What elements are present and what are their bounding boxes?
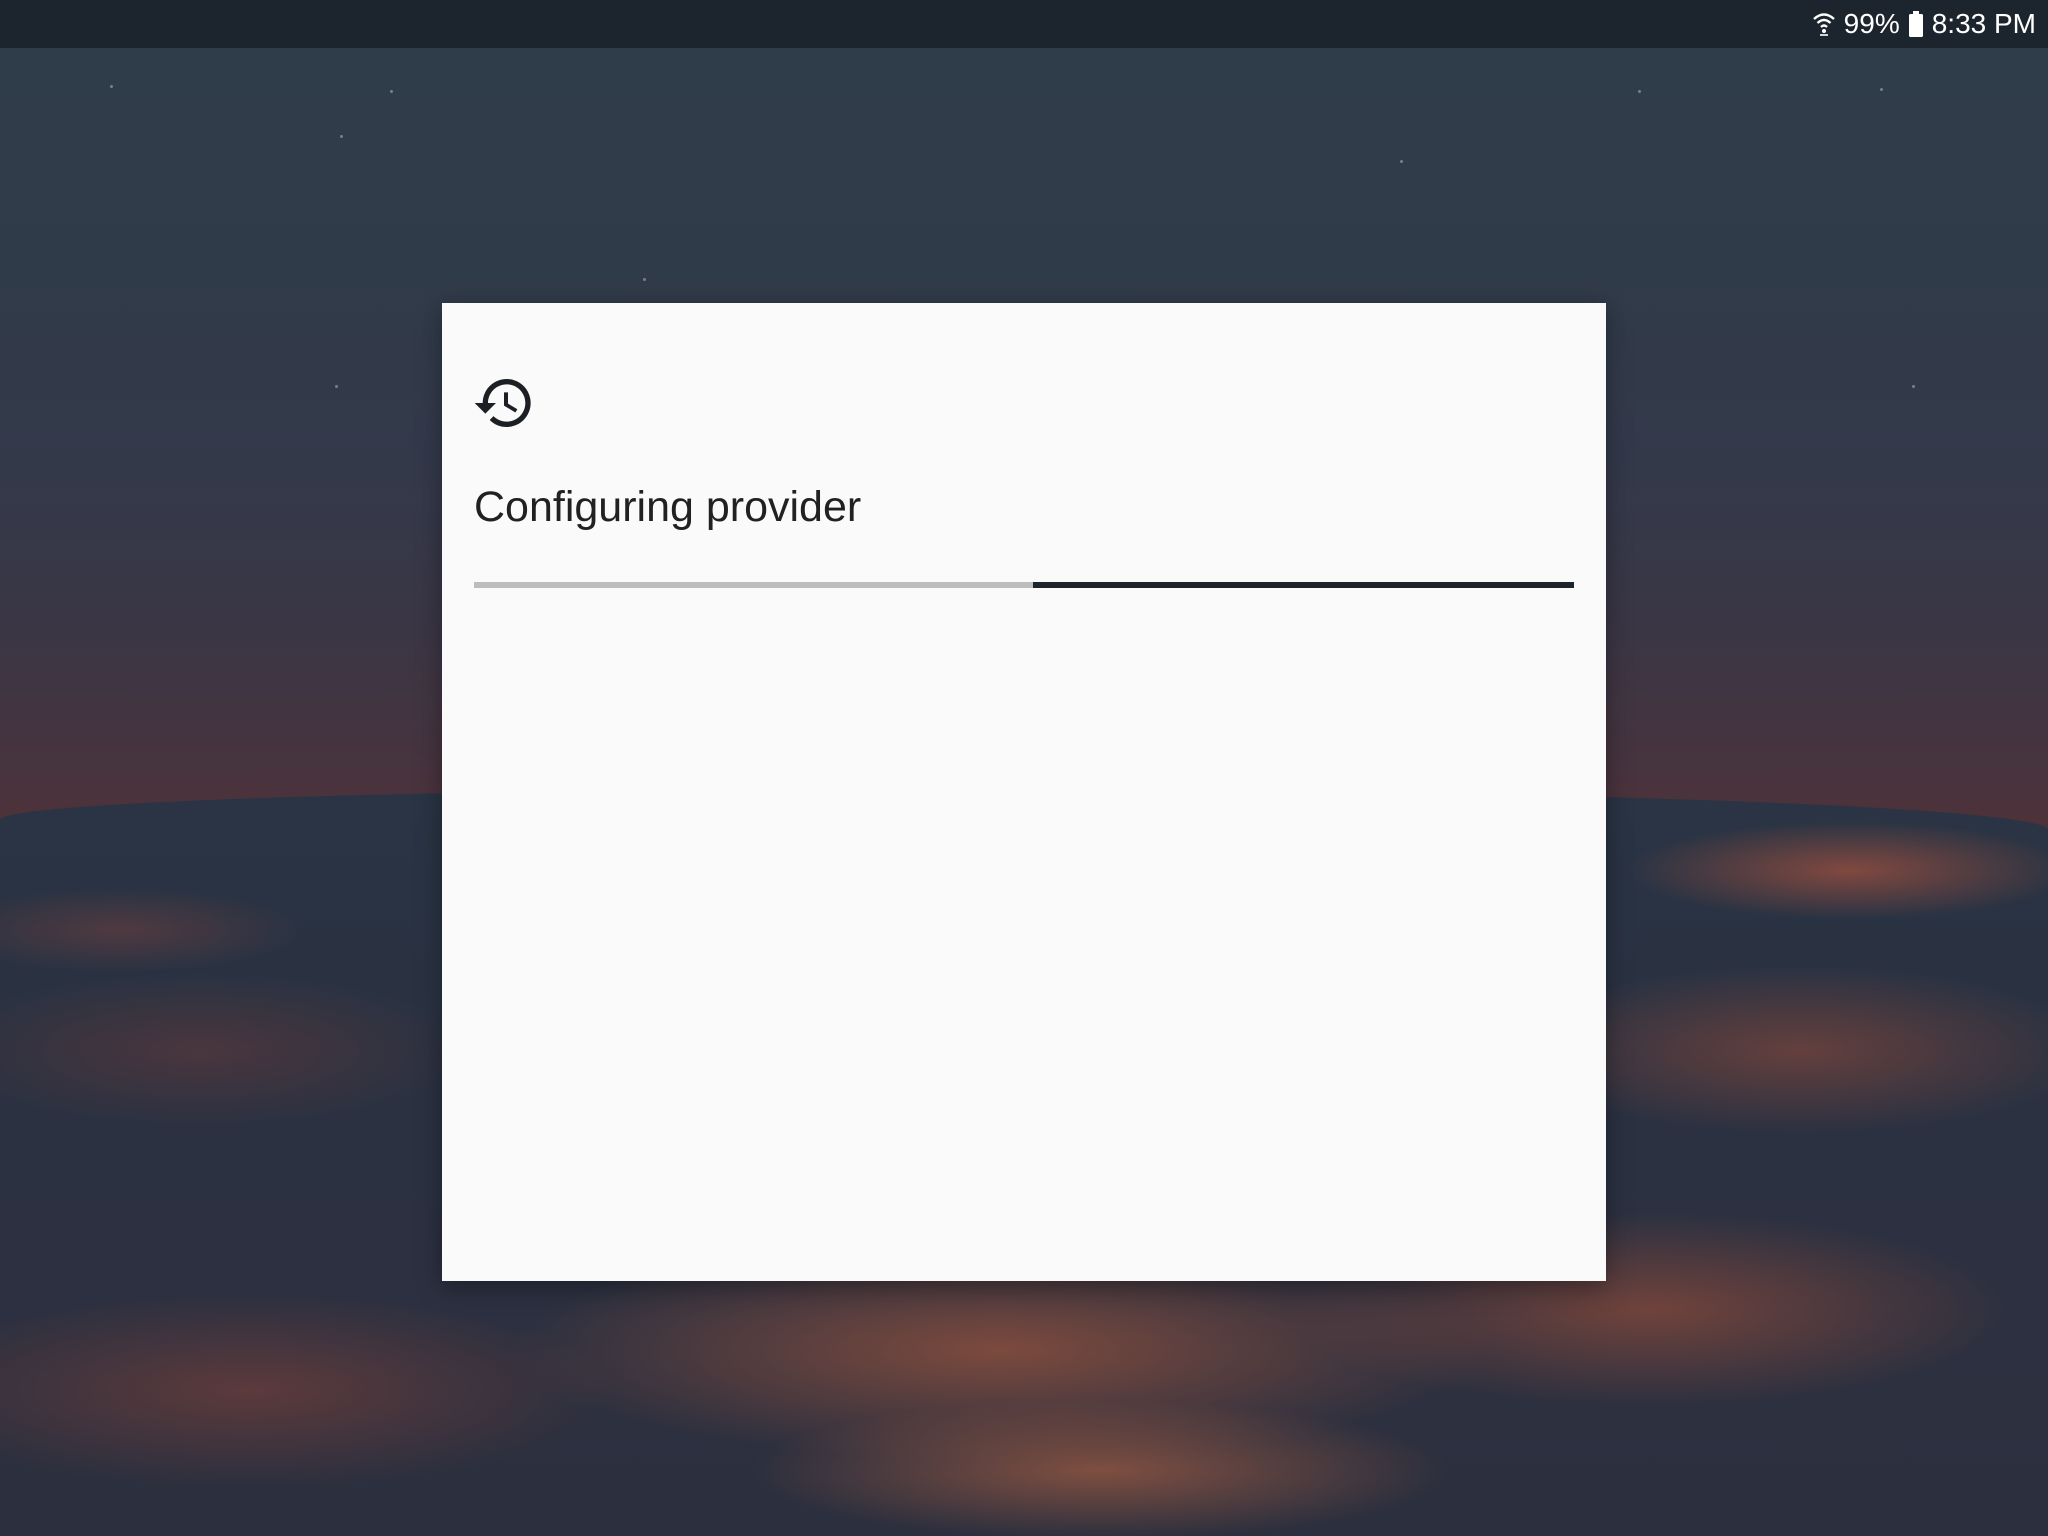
star [110,85,113,88]
star [340,135,343,138]
status-bar: 99% 8:33 PM [0,0,2048,48]
star [1880,88,1883,91]
star [1638,90,1641,93]
history-restore-icon [472,371,536,435]
progress-bar [474,582,1574,588]
status-indicators: 99% 8:33 PM [1812,0,2036,48]
star [390,90,393,93]
star [335,385,338,388]
battery-icon [1908,10,1924,38]
progress-indicator [1032,582,1574,588]
dialog-title: Configuring provider [474,483,862,531]
battery-percent: 99% [1843,8,1900,39]
configuring-dialog: Configuring provider [442,303,1606,1281]
star [643,278,646,281]
star [1400,160,1403,163]
star [1912,385,1915,388]
clock: 8:33 PM [1931,8,2036,39]
wifi-icon [1812,10,1836,38]
screen: 99% 8:33 PM Configuring provider [0,0,2048,1536]
